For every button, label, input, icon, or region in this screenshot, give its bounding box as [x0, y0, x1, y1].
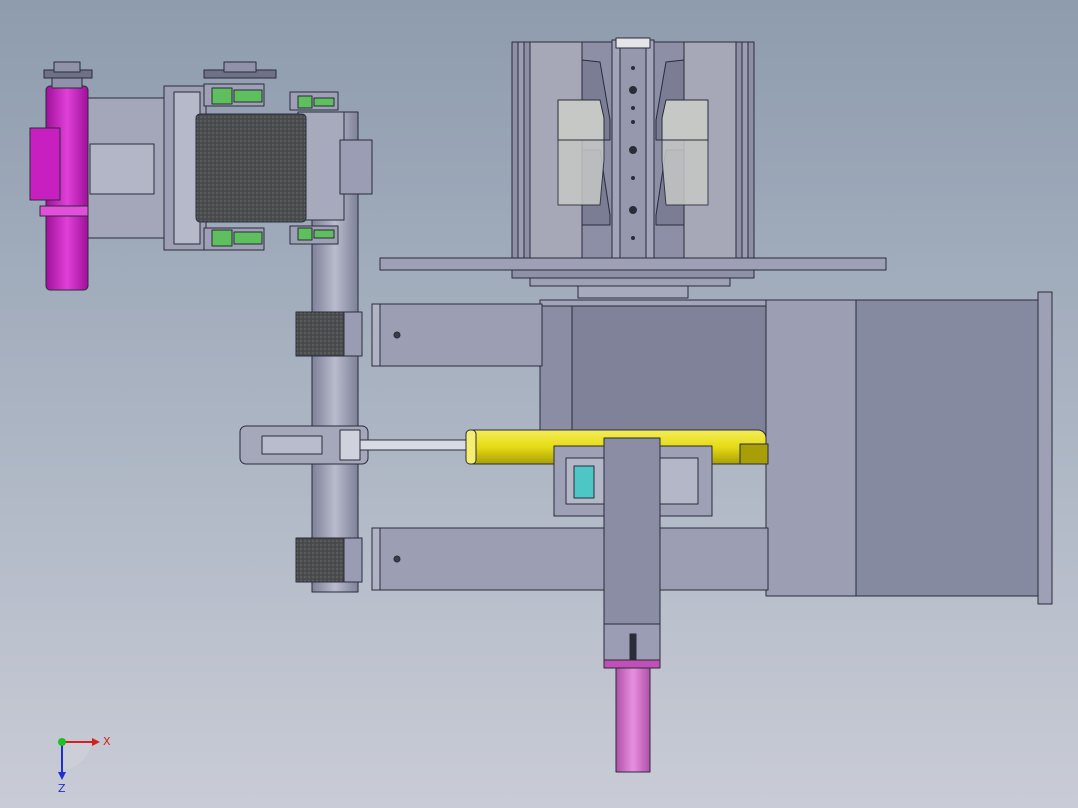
- z-axis-label: Z: [58, 782, 66, 795]
- top-sprocket-left: [43, 61, 93, 79]
- x-axis-arrow-icon: [92, 738, 100, 746]
- lower-arm-bar: [371, 527, 769, 591]
- base-hub: [511, 269, 755, 299]
- base-plate: [379, 257, 887, 271]
- x-axis-label: X: [103, 735, 111, 748]
- y-axis-dot-icon: [58, 738, 66, 746]
- coordinate-triad: X Z: [58, 735, 111, 795]
- upper-knurled-collar: [295, 311, 363, 357]
- upper-arm-bar: [371, 303, 543, 367]
- z-axis-arrow-icon: [58, 772, 66, 780]
- top-sprocket-right: [203, 61, 277, 79]
- magenta-motor: [29, 73, 89, 291]
- knurled-drum: [195, 113, 307, 223]
- lower-knurled-collar: [295, 537, 363, 583]
- vertical-slider: [603, 437, 661, 669]
- clevis-link: [239, 425, 369, 465]
- pink-piston-rod: [615, 667, 651, 773]
- assembly-drawing: X Z: [29, 37, 1053, 795]
- piston-rod: [359, 439, 469, 451]
- cad-viewport[interactable]: X Z: [0, 0, 1078, 808]
- end-flange: [1037, 291, 1053, 605]
